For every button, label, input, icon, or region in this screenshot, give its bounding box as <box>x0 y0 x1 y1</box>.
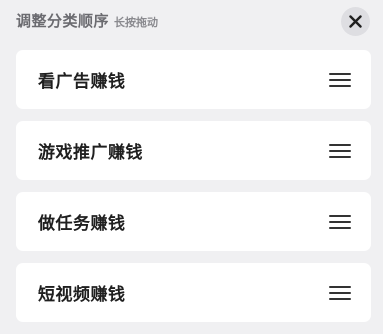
category-item-short-video[interactable]: 短视频赚钱 <box>16 263 371 322</box>
category-label: 做任务赚钱 <box>38 214 126 234</box>
category-item-tasks[interactable]: 做任务赚钱 <box>16 192 371 251</box>
close-icon <box>349 15 362 28</box>
reorder-categories-sheet: 调整分类顺序 长按拖动 看广告赚钱 游戏推广赚钱 做任务赚钱 短视频赚钱 <box>0 0 383 322</box>
category-label: 看广告赚钱 <box>38 72 126 92</box>
drag-hint: 长按拖动 <box>114 16 159 29</box>
drag-handle-icon[interactable] <box>329 72 351 87</box>
category-item-game-promo[interactable]: 游戏推广赚钱 <box>16 121 371 180</box>
drag-handle-icon[interactable] <box>329 143 351 158</box>
close-button[interactable] <box>341 7 370 36</box>
category-label: 短视频赚钱 <box>38 285 126 305</box>
drag-handle-icon[interactable] <box>329 214 351 229</box>
sheet-header: 调整分类顺序 长按拖动 <box>16 10 158 36</box>
category-list: 看广告赚钱 游戏推广赚钱 做任务赚钱 短视频赚钱 <box>16 50 371 334</box>
sheet-title: 调整分类顺序 <box>16 12 110 30</box>
drag-handle-icon[interactable] <box>329 285 351 300</box>
category-label: 游戏推广赚钱 <box>38 143 143 163</box>
category-item-ads[interactable]: 看广告赚钱 <box>16 50 371 109</box>
